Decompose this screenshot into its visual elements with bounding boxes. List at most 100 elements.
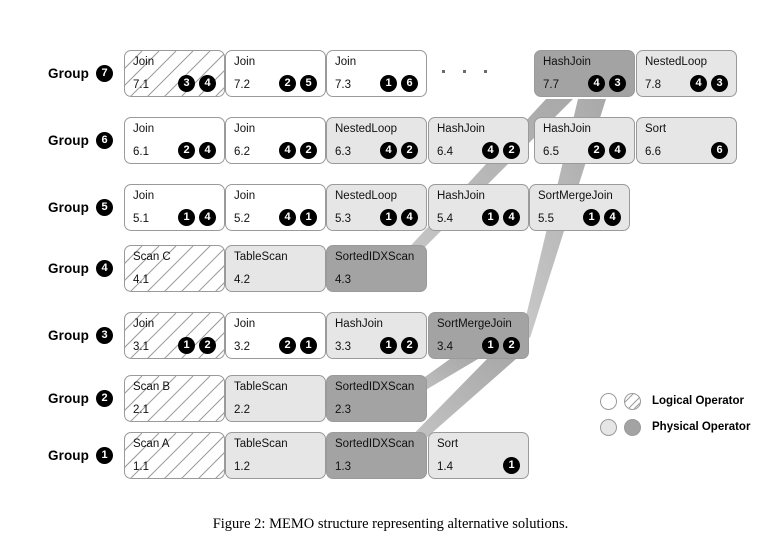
operator-child-group-refs: 12 <box>178 337 216 354</box>
operator-name: SortedIDXScan <box>335 438 415 450</box>
ellipsis-dot <box>484 70 487 73</box>
operator-box-5.1[interactable]: Join 5.1 1 4 <box>124 184 225 231</box>
operator-id: 2.2 <box>234 404 250 416</box>
operator-box-7.7[interactable]: HashJoin 7.7 4 3 <box>534 50 635 97</box>
operator-child-group-refs: 42 <box>279 142 317 159</box>
operator-box-4.3[interactable]: SortedIDXScan 4.3 <box>326 245 427 292</box>
operator-box-6.5[interactable]: HashJoin 6.5 2 4 <box>534 117 635 164</box>
operator-box-7.2[interactable]: Join 7.2 2 5 <box>225 50 326 97</box>
operator-child-group-refs: 24 <box>588 142 626 159</box>
group-number-badge: 1 <box>96 446 113 464</box>
child-group-badge: 4 <box>199 209 216 226</box>
operator-box-3.2[interactable]: Join 3.2 2 1 <box>225 312 326 359</box>
child-group-badge: 2 <box>401 142 418 159</box>
operator-name: Join <box>133 56 155 68</box>
operator-box-2.1[interactable]: Scan B 2.1 <box>124 375 225 422</box>
operator-box-4.2[interactable]: TableScan 4.2 <box>225 245 326 292</box>
operator-box-5.4[interactable]: HashJoin 5.4 1 4 <box>428 184 529 231</box>
operator-child-group-refs: 16 <box>380 75 418 92</box>
operator-id: 5.5 <box>538 213 554 225</box>
operator-id: 2.3 <box>335 404 351 416</box>
operator-id: 7.1 <box>133 79 149 91</box>
operator-child-group-refs: 25 <box>279 75 317 92</box>
operator-box-5.2[interactable]: Join 5.2 4 1 <box>225 184 326 231</box>
operator-box-7.8[interactable]: NestedLoop 7.8 4 3 <box>636 50 737 97</box>
child-group-badge: 4 <box>503 209 520 226</box>
operator-id: 5.1 <box>133 213 149 225</box>
child-group-badge: 4 <box>690 75 707 92</box>
operator-box-3.1[interactable]: Join 3.1 1 2 <box>124 312 225 359</box>
operator-child-group-refs: 14 <box>380 209 418 226</box>
child-group-badge: 1 <box>380 337 397 354</box>
operator-id: 6.4 <box>437 146 453 158</box>
operator-child-group-refs: 24 <box>178 142 216 159</box>
group-label-1: Group 1 <box>48 446 113 464</box>
operator-box-1.1[interactable]: Scan A 1.1 <box>124 432 225 479</box>
operator-id: 7.3 <box>335 79 351 91</box>
child-group-badge: 1 <box>482 337 499 354</box>
operator-name: NestedLoop <box>335 190 398 202</box>
operator-name: HashJoin <box>543 56 591 68</box>
legend-row-logical: Logical Operator <box>600 388 750 414</box>
operator-id: 5.3 <box>335 213 351 225</box>
operator-name: Scan A <box>133 438 170 450</box>
group-label-2: Group 2 <box>48 389 113 407</box>
child-group-badge: 3 <box>178 75 195 92</box>
operator-box-1.3[interactable]: SortedIDXScan 1.3 <box>326 432 427 479</box>
child-group-badge: 2 <box>178 142 195 159</box>
operator-name: Join <box>234 318 256 330</box>
operator-box-6.1[interactable]: Join 6.1 2 4 <box>124 117 225 164</box>
group-label-6: Group 6 <box>48 131 113 149</box>
operator-name: Join <box>133 190 155 202</box>
operator-name: TableScan <box>234 251 288 263</box>
operator-child-group-refs: 43 <box>690 75 728 92</box>
operator-child-group-refs: 41 <box>279 209 317 226</box>
child-group-badge: 2 <box>300 142 317 159</box>
group-label-5: Group 5 <box>48 198 113 216</box>
operator-id: 4.3 <box>335 274 351 286</box>
operator-name: SortMergeJoin <box>538 190 613 202</box>
operator-id: 1.1 <box>133 461 149 473</box>
group-number-badge: 7 <box>96 64 113 82</box>
operator-box-1.2[interactable]: TableScan 1.2 <box>225 432 326 479</box>
child-group-badge: 2 <box>503 142 520 159</box>
light-gray-circle-icon <box>600 418 617 436</box>
child-group-badge: 4 <box>199 75 216 92</box>
group-number-badge: 5 <box>96 198 113 216</box>
operator-id: 3.4 <box>437 341 453 353</box>
operator-box-2.2[interactable]: TableScan 2.2 <box>225 375 326 422</box>
operator-box-3.4[interactable]: SortMergeJoin 3.4 1 2 <box>428 312 529 359</box>
legend-label-physical: Physical Operator <box>652 421 751 433</box>
child-group-badge: 4 <box>279 209 296 226</box>
plain-circle-icon <box>600 392 617 410</box>
group-label-text: Group <box>48 390 89 406</box>
operator-box-7.3[interactable]: Join 7.3 1 6 <box>326 50 427 97</box>
operator-box-4.1[interactable]: Scan C 4.1 <box>124 245 225 292</box>
operator-box-5.5[interactable]: SortMergeJoin 5.5 1 4 <box>529 184 630 231</box>
operator-box-6.2[interactable]: Join 6.2 4 2 <box>225 117 326 164</box>
child-group-badge: 4 <box>604 209 621 226</box>
child-group-badge: 4 <box>199 142 216 159</box>
group-number-badge: 2 <box>96 389 113 407</box>
operator-name: Join <box>234 56 256 68</box>
operator-id: 6.2 <box>234 146 250 158</box>
operator-box-2.3[interactable]: SortedIDXScan 2.3 <box>326 375 427 422</box>
operator-name: TableScan <box>234 438 288 450</box>
group-label-text: Group <box>48 65 89 81</box>
operator-box-6.6[interactable]: Sort 6.6 6 <box>636 117 737 164</box>
operator-id: 1.2 <box>234 461 250 473</box>
child-group-badge: 1 <box>380 75 397 92</box>
operator-id: 3.3 <box>335 341 351 353</box>
operator-box-6.3[interactable]: NestedLoop 6.3 4 2 <box>326 117 427 164</box>
operator-box-6.4[interactable]: HashJoin 6.4 4 2 <box>428 117 529 164</box>
operator-box-1.4[interactable]: Sort 1.4 1 <box>428 432 529 479</box>
operator-box-7.1[interactable]: Join 7.1 3 4 <box>124 50 225 97</box>
operator-box-5.3[interactable]: NestedLoop 5.3 1 4 <box>326 184 427 231</box>
operator-box-3.3[interactable]: HashJoin 3.3 1 2 <box>326 312 427 359</box>
operator-child-group-refs: 42 <box>380 142 418 159</box>
child-group-badge: 1 <box>300 209 317 226</box>
operator-name: Scan C <box>133 251 171 263</box>
operator-name: Sort <box>437 438 459 450</box>
operator-id: 7.8 <box>645 79 661 91</box>
group-label-text: Group <box>48 447 89 463</box>
